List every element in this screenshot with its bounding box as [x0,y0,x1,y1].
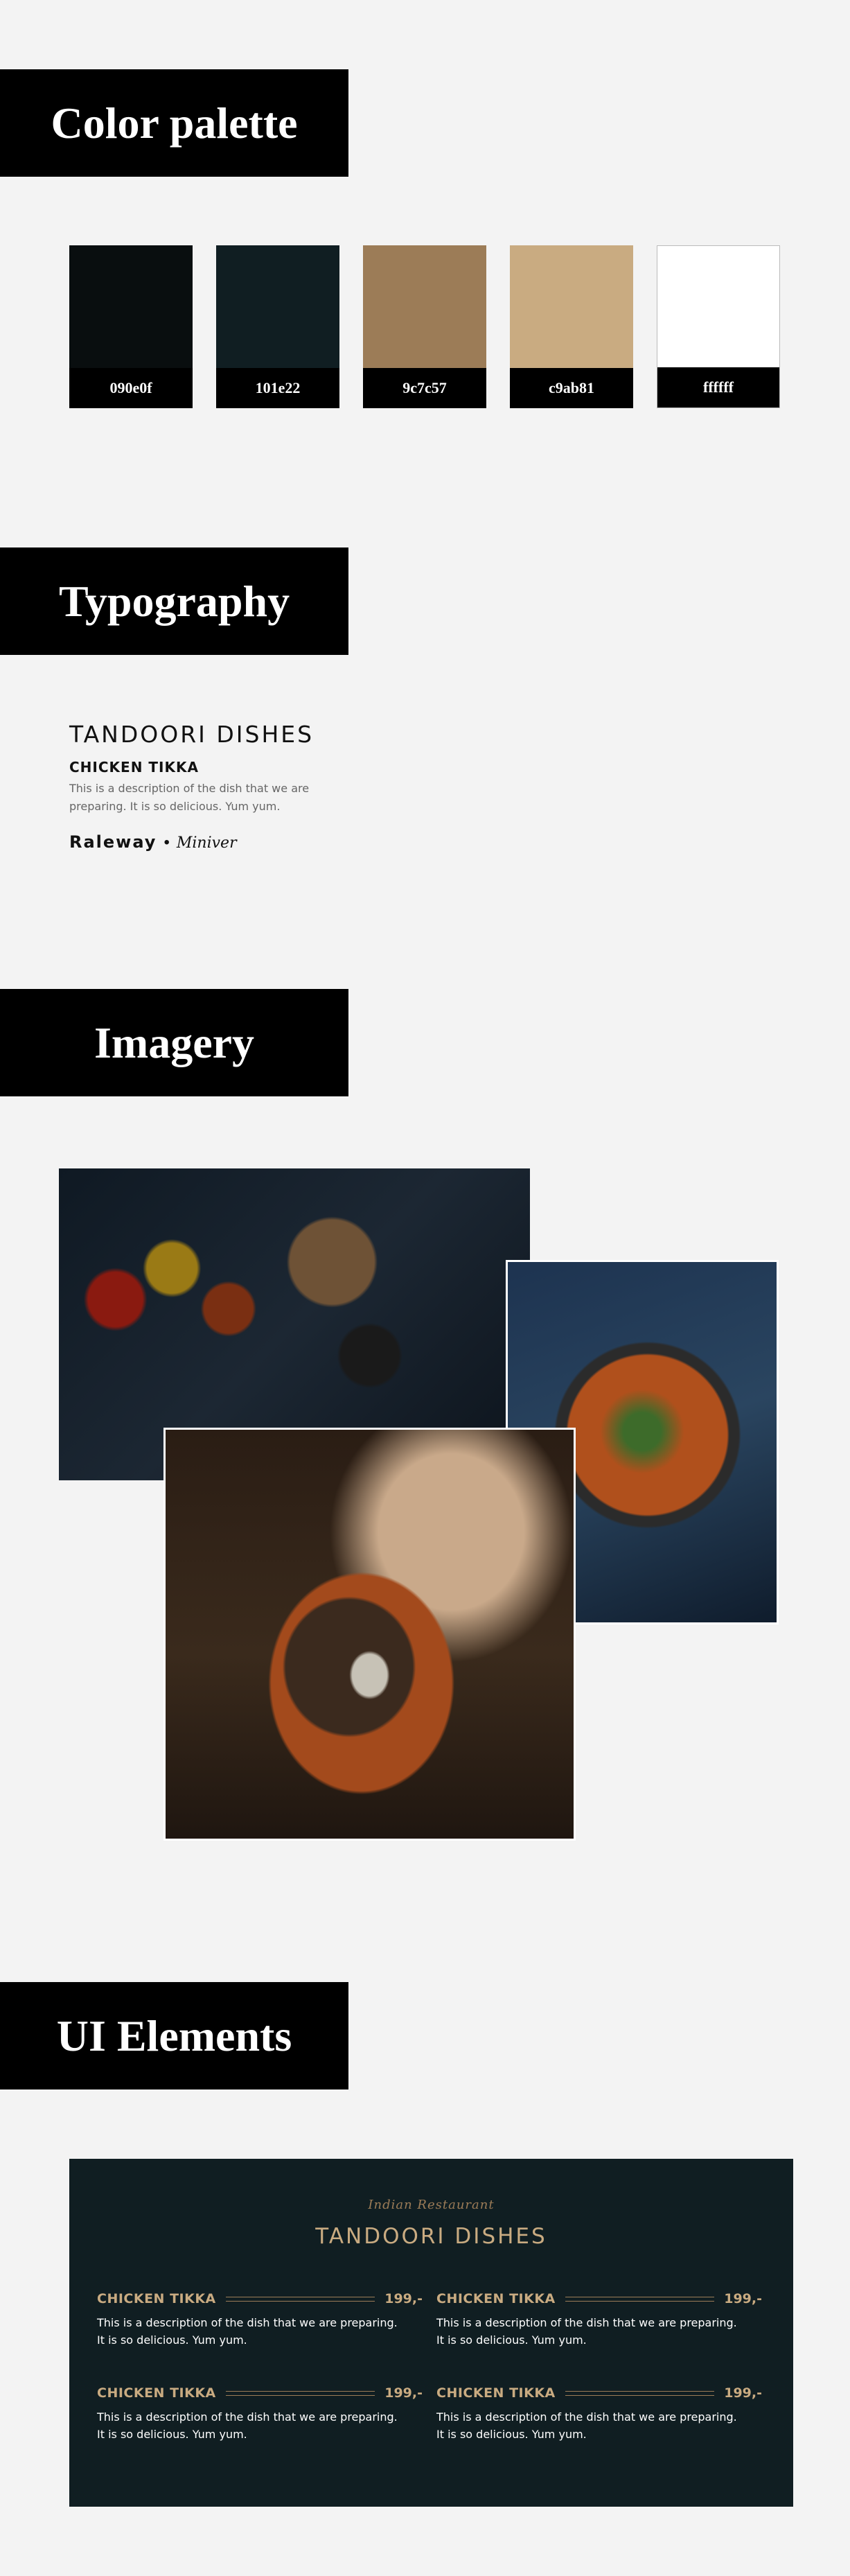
swatch-code: 9c7c57 [363,368,486,408]
menu-item-row: CHICKEN TIKKA 199,- [97,2290,423,2307]
menu-title: TANDOORI DISHES [315,2224,547,2249]
section-title: Imagery [94,1017,255,1067]
color-swatch: 9c7c57 [363,245,486,408]
menu-item-name: CHICKEN TIKKA [97,2385,216,2401]
menu-item-price: 199,- [384,2291,423,2306]
font-script-name: Miniver [176,834,237,852]
menu-item: CHICKEN TIKKA 199,- This is a descriptio… [97,2290,423,2349]
menu-item: CHICKEN TIKKA 199,- This is a descriptio… [436,2290,762,2349]
swatch-code: 090e0f [69,368,193,408]
imagery-header: Imagery [0,989,348,1096]
swatch-fill [510,245,633,368]
description-line: It is so delicious. Yum yum. [436,2333,587,2347]
swatch-code: ffffff [657,367,779,408]
description-line: It is so delicious. Yum yum. [97,2333,247,2347]
typography-sample: TANDOORI DISHES CHICKEN TIKKA This is a … [69,721,360,852]
menu-script-label: Indian Restaurant [368,2198,495,2212]
description-line: preparing. It is so delicious. Yum yum. [69,800,281,813]
description-line: This is a description of the dish that w… [436,2410,737,2424]
swatch-fill [69,245,193,368]
menu-item-description: This is a description of the dish that w… [97,2314,423,2349]
typography-subheading: CHICKEN TIKKA [69,759,199,776]
menu-item-row: CHICKEN TIKKA 199,- [97,2385,423,2401]
menu-item-name: CHICKEN TIKKA [97,2291,216,2306]
description-line: This is a description of the dish that w… [436,2316,737,2329]
swatch-code: 101e22 [216,368,339,408]
description-line: This is a description of the dish that w… [97,2410,398,2424]
menu-item-divider [225,2296,375,2302]
typography-description: This is a description of the dish that w… [69,780,360,816]
section-title: UI Elements [56,2010,292,2060]
description-line: It is so delicious. Yum yum. [436,2428,587,2441]
menu-item-name: CHICKEN TIKKA [436,2385,556,2401]
swatch-fill [216,245,339,368]
color-swatch: c9ab81 [510,245,633,408]
description-line: This is a description of the dish that w… [97,2316,398,2329]
font-separator: • [163,833,170,852]
color-swatch: 101e22 [216,245,339,408]
menu-item-description: This is a description of the dish that w… [97,2408,423,2443]
font-names: Raleway • Miniver [69,832,360,852]
typography-header: Typography [0,547,348,655]
ui-elements-header: UI Elements [0,1982,348,2089]
color-swatch: 090e0f [69,245,193,408]
color-palette-header: Color palette [0,69,348,177]
menu-item-divider [225,2390,375,2396]
menu-item-price: 199,- [384,2385,423,2401]
description-line: This is a description of the dish that w… [69,782,310,795]
menu-item: CHICKEN TIKKA 199,- This is a descriptio… [436,2385,762,2443]
swatch-fill [363,245,486,368]
menu-item-description: This is a description of the dish that w… [436,2314,762,2349]
menu-item-divider [565,2390,715,2396]
menu-item-row: CHICKEN TIKKA 199,- [436,2290,762,2307]
menu-item-row: CHICKEN TIKKA 199,- [436,2385,762,2401]
typography-heading: TANDOORI DISHES [69,721,315,748]
color-swatch: ffffff [657,245,780,408]
menu-card: Indian Restaurant TANDOORI DISHES CHICKE… [69,2159,793,2507]
swatch-fill [657,246,779,369]
menu-item: CHICKEN TIKKA 199,- This is a descriptio… [97,2385,423,2443]
menu-item-price: 199,- [724,2385,762,2401]
menu-item-divider [565,2296,715,2302]
description-line: It is so delicious. Yum yum. [97,2428,247,2441]
section-title: Typography [58,576,290,626]
menu-item-name: CHICKEN TIKKA [436,2291,556,2306]
swatch-code: c9ab81 [510,368,633,408]
section-title: Color palette [51,98,298,148]
font-primary-name: Raleway [69,832,157,852]
sizzler-platter-photo [163,1428,576,1841]
menu-item-price: 199,- [724,2291,762,2306]
menu-item-description: This is a description of the dish that w… [436,2408,762,2443]
